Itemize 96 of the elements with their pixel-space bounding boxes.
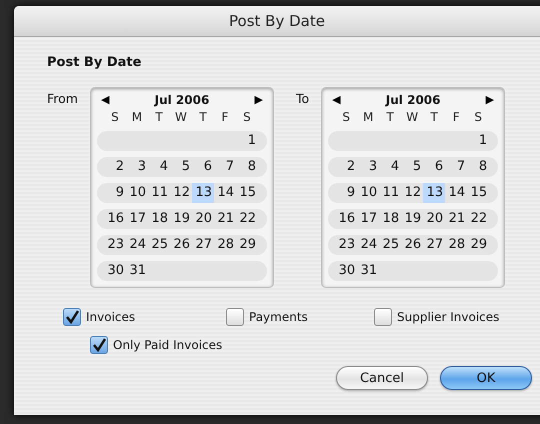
day-cell[interactable]: 14	[214, 183, 236, 203]
next-month-button[interactable]: ▶	[486, 94, 494, 105]
month-title: Jul 2006	[386, 92, 440, 106]
day-cell[interactable]: 27	[423, 235, 446, 255]
day-cell[interactable]: 25	[148, 235, 170, 255]
day-cell[interactable]: 21	[214, 209, 236, 229]
day-cell[interactable]: 10	[126, 183, 148, 203]
weekday-label: W	[174, 110, 188, 124]
day-cell[interactable]: 3	[126, 157, 148, 177]
day-cell[interactable]: 30	[104, 261, 126, 281]
weekday-label: S	[242, 110, 252, 124]
calendar-label: From	[47, 91, 78, 106]
day-cell[interactable]: 6	[423, 157, 446, 177]
weekday-label: T	[429, 110, 439, 124]
day-cell[interactable]: 20	[192, 209, 214, 229]
checkbox-label: Payments	[249, 310, 308, 324]
day-cell[interactable]: 22	[236, 209, 258, 229]
day-cell[interactable]: 18	[148, 209, 170, 229]
day-cell[interactable]: 13	[423, 183, 446, 203]
day-cell[interactable]: 10	[357, 183, 380, 203]
day-cell[interactable]: 12	[170, 183, 192, 203]
day-cell[interactable]: 23	[104, 235, 126, 255]
day-cell[interactable]: 2	[335, 157, 358, 177]
checkbox[interactable]	[226, 308, 244, 326]
cancel-button[interactable]: Cancel	[336, 366, 428, 390]
checkbox-label: Only Paid Invoices	[113, 338, 222, 352]
day-cell[interactable]: 22	[467, 209, 490, 229]
day-cell[interactable]: 15	[236, 183, 258, 203]
weekday-label: T	[154, 110, 164, 124]
day-cell[interactable]: 8	[467, 157, 490, 177]
day-cell[interactable]: 24	[357, 235, 380, 255]
day-cell[interactable]: 7	[445, 157, 468, 177]
checkbox[interactable]	[90, 336, 108, 354]
day-cell[interactable]: 26	[401, 235, 424, 255]
day-cell[interactable]: 6	[192, 157, 214, 177]
weekday-label: T	[198, 110, 208, 124]
day-cell[interactable]: 13	[192, 183, 214, 203]
day-cell[interactable]: 16	[104, 209, 126, 229]
day-cell[interactable]: 12	[401, 183, 424, 203]
day-cell[interactable]: 9	[104, 183, 126, 203]
day-cell[interactable]: 20	[423, 209, 446, 229]
day-cell[interactable]: 19	[170, 209, 192, 229]
day-cell[interactable]: 23	[335, 235, 358, 255]
day-cell[interactable]: 28	[445, 235, 468, 255]
day-cell[interactable]: 26	[170, 235, 192, 255]
next-month-button[interactable]: ▶	[254, 94, 263, 105]
previous-month-button[interactable]: ◀	[100, 94, 110, 105]
calendar-label: To	[296, 91, 310, 106]
day-cell[interactable]: 17	[126, 209, 148, 229]
day-cell[interactable]: 1	[467, 131, 490, 151]
day-cell[interactable]: 4	[148, 157, 170, 177]
weekday-label: S	[341, 110, 351, 124]
day-cell[interactable]: 19	[401, 209, 424, 229]
day-cell[interactable]: 5	[170, 157, 192, 177]
day-cell[interactable]: 3	[357, 157, 380, 177]
day-cell[interactable]: 11	[148, 183, 170, 203]
day-cell[interactable]: 25	[379, 235, 402, 255]
day-cell[interactable]: 14	[445, 183, 468, 203]
day-cell[interactable]: 4	[379, 157, 402, 177]
day-cell[interactable]: 28	[214, 235, 236, 255]
day-cell[interactable]: 21	[445, 209, 468, 229]
day-cell[interactable]: 1	[236, 131, 258, 151]
day-cell[interactable]: 27	[192, 235, 214, 255]
weekday-label: W	[405, 110, 420, 124]
checkbox[interactable]	[374, 308, 392, 326]
day-cell[interactable]: 15	[467, 183, 490, 203]
day-cell[interactable]: 18	[379, 209, 402, 229]
day-cell[interactable]: 5	[401, 157, 424, 177]
day-cell[interactable]: 17	[357, 209, 380, 229]
day-cell[interactable]: 31	[126, 261, 148, 281]
day-cell[interactable]: 9	[335, 183, 358, 203]
weekday-label: M	[130, 110, 144, 124]
day-cell[interactable]: 2	[104, 157, 126, 177]
weekday-label: S	[110, 110, 120, 124]
day-cell[interactable]: 31	[357, 261, 380, 281]
ok-button[interactable]: OK	[440, 366, 532, 390]
day-cell[interactable]: 29	[467, 235, 490, 255]
weekday-label: F	[452, 110, 461, 124]
day-cell[interactable]: 30	[335, 261, 358, 281]
day-cell[interactable]: 16	[335, 209, 358, 229]
section-heading: Post By Date	[47, 55, 142, 70]
checkbox-label: Invoices	[86, 310, 136, 324]
day-cell[interactable]: 11	[379, 183, 402, 203]
checkbox-label: Supplier Invoices	[397, 310, 500, 324]
checkbox[interactable]	[63, 308, 81, 326]
month-title: Jul 2006	[154, 92, 210, 106]
day-cell[interactable]: 24	[126, 235, 148, 255]
weekday-label: T	[385, 110, 395, 124]
day-cell[interactable]: 29	[236, 235, 258, 255]
window-title: Post By Date	[229, 12, 325, 30]
weekday-label: M	[362, 110, 374, 124]
weekday-label: F	[220, 110, 230, 124]
previous-month-button[interactable]: ◀	[332, 94, 341, 105]
day-cell[interactable]: 7	[214, 157, 236, 177]
day-cell[interactable]: 8	[236, 157, 258, 177]
weekday-label: S	[473, 110, 483, 124]
